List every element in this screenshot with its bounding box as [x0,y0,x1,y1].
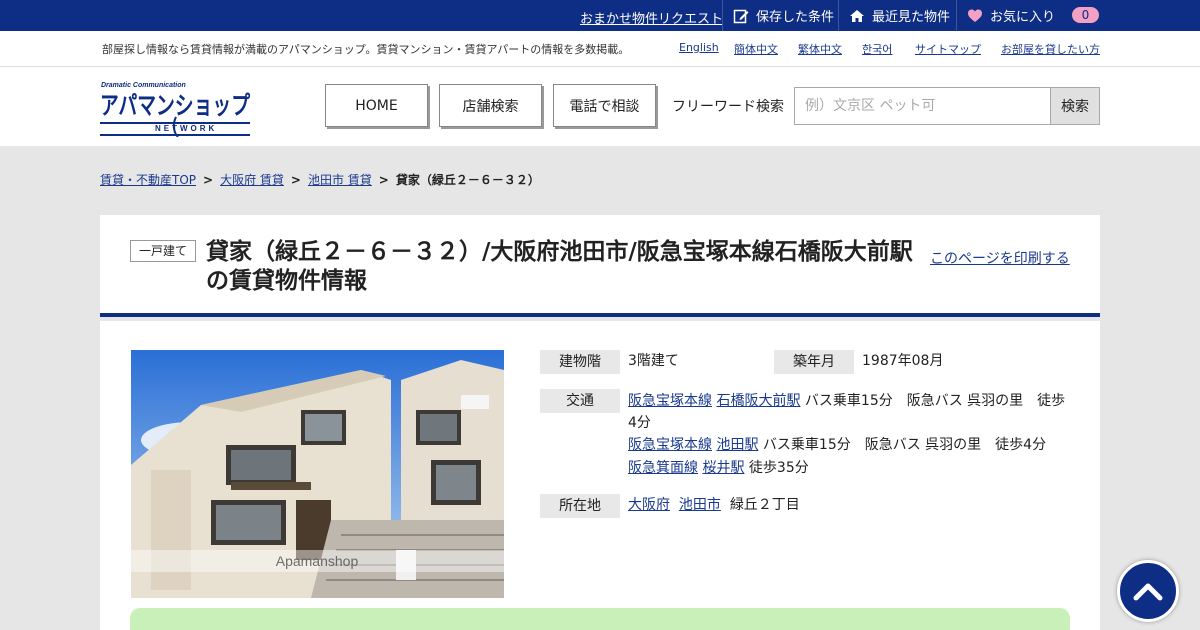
page-title: 貸家（緑丘２－６－３２）/大阪府池田市/阪急宝塚本線石橋阪大前駅の賃貸物件情報 [206,239,913,294]
breadcrumb-ikeda-link[interactable]: 池田市 賃貸 [308,171,372,188]
home-icon [850,9,864,22]
search-button[interactable]: 検索 [1050,87,1100,125]
transit-detail: 徒歩35分 [748,460,809,476]
apamanshop-logo[interactable]: Dramatic Communication アパマンショップ NETWORK [100,79,252,137]
saved-conditions-label: 保存した条件 [756,10,835,25]
transit-station-link[interactable]: 池田駅 [716,437,758,453]
breadcrumb-separator: > [290,172,301,187]
property-type-tag: 一戸建て [130,240,196,262]
svg-text:Dramatic Communication: Dramatic Communication [101,82,186,89]
divider [722,0,723,31]
lang-english-link[interactable]: English [679,41,719,54]
breadcrumb-separator: > [203,172,214,187]
search-input[interactable] [794,87,1051,125]
address-pref-link[interactable]: 大阪府 [628,497,670,513]
chevron-up-icon [1133,583,1163,601]
transit-line-link[interactable]: 阪急箕面線 [628,460,698,476]
transit-row: 阪急宝塚本線 石橋阪大前駅 バス乗車15分 阪急バス 呉羽の里 徒歩4分 [628,390,1068,434]
built-label: 築年月 [774,350,854,374]
saved-conditions-link[interactable]: 保存した条件 [733,0,834,31]
address-value: 大阪府 池田市 緑丘２丁目 [628,494,800,516]
scroll-to-top-button[interactable] [1117,560,1179,622]
top-bar: おまかせ物件リクエスト 保存した条件 最近見た物件 お気に入り 0 [0,0,1200,31]
transit-label: 交通 [540,389,620,413]
floors-label: 建物階 [540,350,620,374]
sub-bar: 部屋探し情報なら賃貸情報が満載のアパマンショップ。賃貸マンション・賃貸アパートの… [0,31,1200,67]
request-link[interactable]: おまかせ物件リクエスト [580,8,723,27]
floors-value: 3階建て [628,353,679,369]
recently-viewed-label: 最近見た物件 [872,10,951,25]
transit-station-link[interactable]: 桜井駅 [702,460,744,476]
svg-text:NETWORK: NETWORK [155,124,217,133]
svg-text:アパマンショップ: アパマンショップ [100,91,251,120]
lang-simplified-chinese-link[interactable]: 簡体中文 [734,41,778,57]
address-city-link[interactable]: 池田市 [679,497,721,513]
breadcrumb-separator: > [378,172,389,187]
inquiry-banner[interactable] [130,608,1070,630]
address-label: 所在地 [540,494,620,518]
breadcrumb: 賃貸・不動産TOP > 大阪府 賃貸 > 池田市 賃貸 > 貸家（緑丘２－６－３… [100,171,540,188]
favorites-count-badge: 0 [1072,7,1099,23]
transit-detail: バス乗車15分 阪急バス 呉羽の里 徒歩4分 [762,437,1047,453]
landlord-link[interactable]: お部屋を貸したい方 [1001,41,1100,57]
sitemap-link[interactable]: サイトマップ [915,41,981,57]
divider [838,0,839,31]
transit-line-link[interactable]: 阪急宝塚本線 [628,437,712,453]
site-header: Dramatic Communication アパマンショップ NETWORK … [0,67,1200,146]
lang-traditional-chinese-link[interactable]: 繁体中文 [798,41,842,57]
nav-store-search-button[interactable]: 店舗検索 [439,84,542,127]
transit-row: 阪急箕面線 桜井駅 徒歩35分 [628,457,1068,479]
transit-row: 阪急宝塚本線 池田駅 バス乗車15分 阪急バス 呉羽の里 徒歩4分 [628,434,1068,456]
favorites-link[interactable]: お気に入り [967,0,1055,31]
address-rest: 緑丘２丁目 [729,497,800,513]
breadcrumb-current: 貸家（緑丘２－６－３２） [395,173,540,187]
property-photo[interactable]: Apamanshop [131,350,504,598]
property-detail: Apamanshop 建物階 3階建て 築年月 1987年08月 交通 阪急宝塚… [100,321,1100,630]
property-title-card: 一戸建て 貸家（緑丘２－６－３２）/大阪府池田市/阪急宝塚本線石橋阪大前駅の賃貸… [100,215,1100,317]
edit-icon [733,9,749,23]
nav-home-button[interactable]: HOME [325,84,428,127]
heart-icon [968,9,982,22]
built-value: 1987年08月 [862,353,944,369]
print-page-link[interactable]: このページを印刷する [930,248,1070,268]
divider [956,0,957,31]
lang-korean-link[interactable]: 한국어 [862,41,892,57]
breadcrumb-osaka-link[interactable]: 大阪府 賃貸 [220,171,284,188]
transit-line-link[interactable]: 阪急宝塚本線 [628,393,712,409]
breadcrumb-top-link[interactable]: 賃貸・不動産TOP [100,171,196,188]
photo-watermark: Apamanshop [276,553,359,569]
transit-station-link[interactable]: 石橋阪大前駅 [716,393,800,409]
freeword-search-label: フリーワード検索 [672,99,784,115]
site-tagline: 部屋探し情報なら賃貸情報が満載のアパマンショップ。賃貸マンション・賃貸アパートの… [102,43,630,56]
favorites-label: お気に入り [990,10,1056,25]
nav-phone-consult-button[interactable]: 電話で相談 [553,84,656,127]
recently-viewed-link[interactable]: 最近見た物件 [849,0,950,31]
